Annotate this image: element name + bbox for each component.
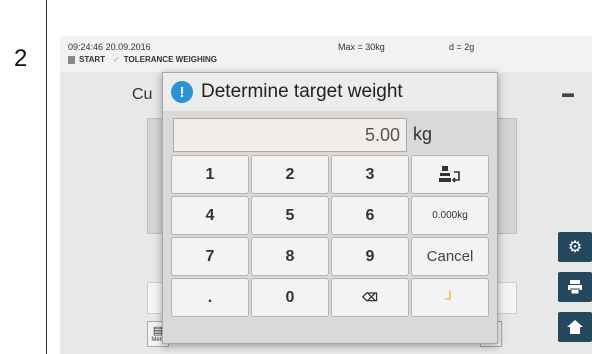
weight-unit: kg (413, 124, 433, 144)
enter-button[interactable]: ┘ (411, 278, 489, 317)
balance-screen: 09:24:46 20.09.2016 Max = 30kg d = 2g ST… (60, 36, 592, 354)
background-title: Cu (132, 86, 153, 103)
status-datetime: 09:24:46 20.09.2016 (68, 42, 151, 52)
info-icon: ! (171, 81, 193, 103)
tare-button[interactable] (411, 155, 489, 194)
key-3[interactable]: 3 (331, 155, 409, 194)
key-0[interactable]: 0 (251, 278, 329, 317)
backspace-icon: ⌫ (362, 292, 378, 304)
print-button[interactable] (558, 272, 592, 302)
key-7[interactable]: 7 (171, 237, 249, 276)
key-2[interactable]: 2 (251, 155, 329, 194)
home-icon (567, 320, 583, 334)
step-divider (46, 0, 47, 354)
cancel-button[interactable]: Cancel (411, 237, 489, 276)
key-decimal[interactable]: . (171, 278, 249, 317)
settings-button[interactable]: ⚙ (558, 232, 592, 262)
target-weight-dialog: ! Determine target weight 5.00 kg 1 2 3 … (162, 72, 498, 344)
key-8[interactable]: 8 (251, 237, 329, 276)
key-5[interactable]: 5 (251, 196, 329, 235)
collapse-icon[interactable]: ▬ (562, 86, 574, 100)
dialog-title: Determine target weight (201, 81, 403, 102)
step-number: 2 (14, 45, 28, 72)
key-1[interactable]: 1 (171, 155, 249, 194)
tare-icon (439, 165, 460, 183)
print-icon (568, 280, 582, 294)
enter-icon: ┘ (445, 289, 455, 306)
breadcrumb: START ✓ TOLERANCE WEIGHING (68, 55, 217, 64)
key-4[interactable]: 4 (171, 196, 249, 235)
gear-icon: ⚙ (567, 239, 583, 256)
backspace-button[interactable]: ⌫ (331, 278, 409, 317)
tare-value-button[interactable]: 0.000kg (411, 196, 489, 235)
breadcrumb-start[interactable]: START (79, 55, 105, 64)
key-9[interactable]: 9 (331, 237, 409, 276)
home-button[interactable] (558, 312, 592, 342)
status-readability: d = 2g (449, 42, 475, 52)
breadcrumb-current: TOLERANCE WEIGHING (123, 55, 217, 64)
status-max-capacity: Max = 30kg (338, 42, 385, 52)
manual-figure: 2 09:24:46 20.09.2016 Max = 30kg d = 2g … (0, 0, 592, 354)
status-bar: 09:24:46 20.09.2016 Max = 30kg d = 2g ST… (60, 36, 592, 72)
target-weight-input[interactable]: 5.00 (173, 118, 407, 152)
check-icon: ✓ (113, 55, 120, 64)
dialog-header: ! Determine target weight (163, 73, 497, 111)
key-6[interactable]: 6 (331, 196, 409, 235)
document-icon (68, 55, 75, 64)
